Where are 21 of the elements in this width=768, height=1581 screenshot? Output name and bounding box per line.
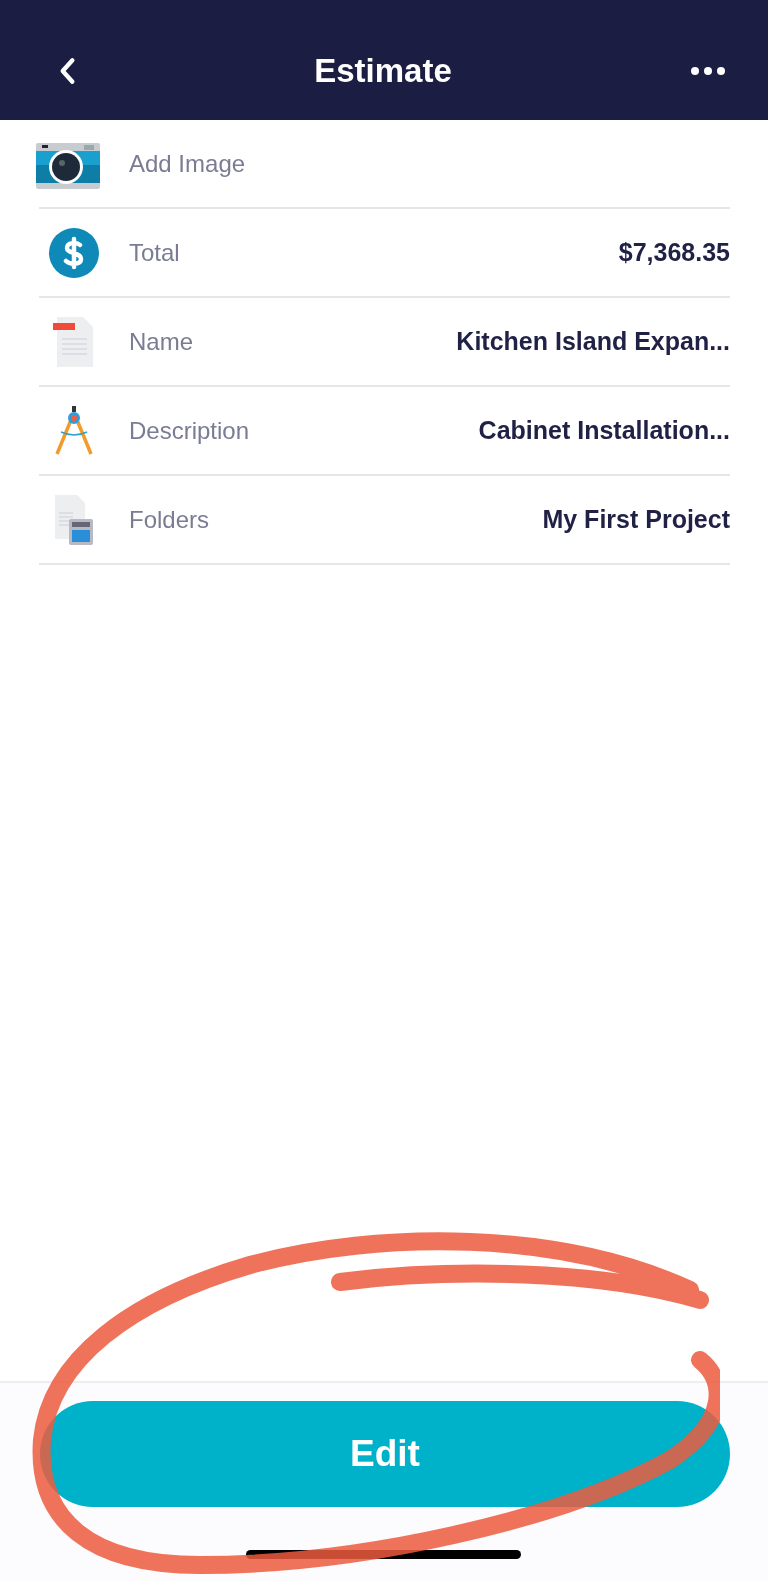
row-value: $7,368.35 bbox=[618, 238, 730, 267]
list-row[interactable]: Description Cabinet Installation... bbox=[39, 387, 730, 476]
row-label: Description bbox=[129, 416, 250, 445]
compass-icon bbox=[55, 405, 93, 456]
row-label: Folders bbox=[129, 505, 210, 534]
row-label: Add Image bbox=[129, 149, 246, 178]
list-row[interactable]: Total $7,368.35 bbox=[39, 209, 730, 298]
row-label: Name bbox=[129, 327, 194, 356]
calculator-icon bbox=[53, 494, 95, 545]
screen-title: Estimate bbox=[314, 52, 452, 90]
list-row[interactable]: Add Image bbox=[39, 120, 730, 209]
row-label: Total bbox=[129, 238, 180, 267]
row-value: Kitchen Island Expan... bbox=[456, 327, 730, 356]
back-icon[interactable] bbox=[58, 57, 76, 85]
more-icon[interactable] bbox=[690, 65, 726, 77]
list-row[interactable]: Name Kitchen Island Expan... bbox=[39, 298, 730, 387]
document-icon bbox=[53, 316, 95, 367]
dollar-icon bbox=[49, 227, 99, 278]
row-value: Cabinet Installation... bbox=[478, 416, 730, 445]
row-value: My First Project bbox=[542, 505, 730, 534]
list-row[interactable]: Folders My First Project bbox=[39, 476, 730, 565]
